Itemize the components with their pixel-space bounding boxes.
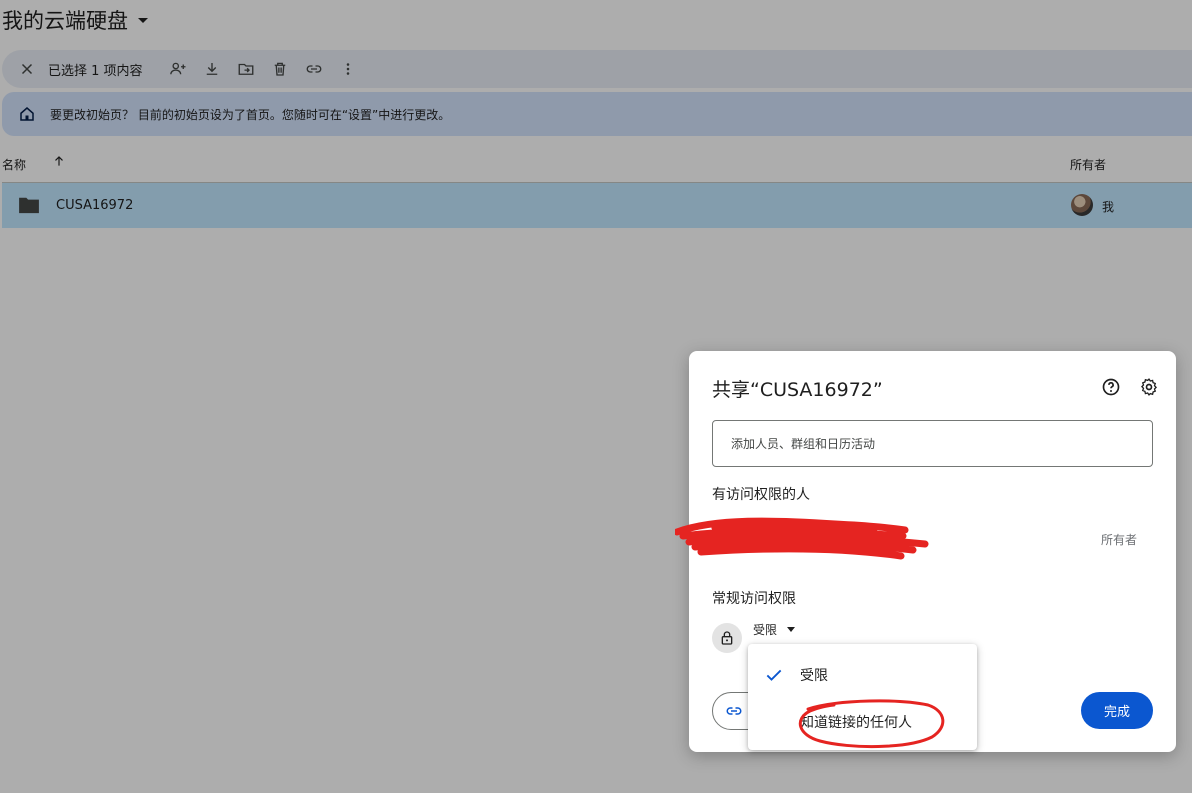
help-icon[interactable] [1101,377,1121,397]
menu-item-label: 知道链接的任何人 [800,715,912,731]
menu-item-anyone-with-link[interactable]: 知道链接的任何人 [748,701,977,741]
general-access-value: 受限 [753,623,778,637]
done-button[interactable]: 完成 [1081,692,1153,729]
redaction-scribble [675,517,929,560]
chevron-down-icon [787,627,796,632]
dialog-title: 共享“CUSA16972” [712,379,883,401]
owner-role-label: 所有者 [1101,533,1138,547]
drive-page: 我的云端硬盘 已选择 1 项内容 要更改初始页？ 目前的初始页设为了首页。您随时… [0,0,1192,793]
link-icon [726,707,742,715]
lock-icon [712,623,742,653]
check-icon [766,669,782,681]
gear-icon[interactable] [1139,377,1159,397]
general-access-label: 常规访问权限 [712,591,796,607]
access-dropdown-menu: 受限 知道链接的任何人 [748,644,977,750]
add-people-input[interactable] [712,420,1153,467]
general-access-select[interactable]: 受限 [753,621,796,638]
menu-item-restricted[interactable]: 受限 [748,654,977,694]
menu-item-label: 受限 [800,668,828,684]
people-with-access-label: 有访问权限的人 [712,487,810,503]
